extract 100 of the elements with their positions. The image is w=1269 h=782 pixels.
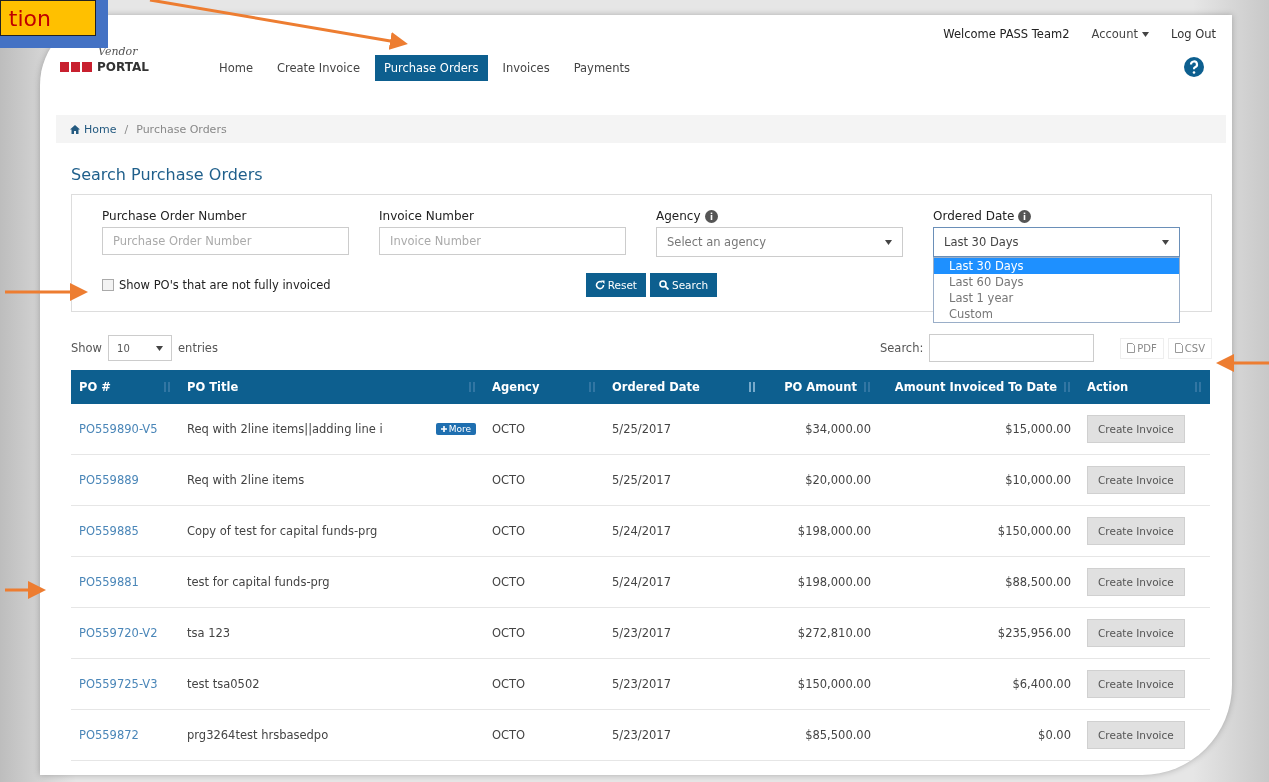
- nav-tab[interactable]: Purchase Orders: [374, 55, 488, 81]
- po-link[interactable]: PO559889: [79, 473, 139, 487]
- nav-tab[interactable]: Home: [210, 55, 262, 81]
- table-cell: test for capital funds-prg: [187, 575, 330, 589]
- select-field[interactable]: Select an agency: [656, 227, 903, 257]
- export-button[interactable]: PDF: [1120, 337, 1164, 359]
- select-field[interactable]: Last 30 Days: [933, 227, 1180, 257]
- po-link[interactable]: PO559881: [79, 575, 139, 589]
- sort-icon[interactable]: [468, 381, 476, 393]
- logo-script: Vendor: [98, 45, 139, 59]
- table-cell: 5/24/2017: [612, 524, 671, 538]
- create-invoice-button[interactable]: Create Invoice: [1087, 568, 1185, 596]
- document-icon: [1127, 343, 1136, 353]
- table-cell: $198,000.00: [797, 575, 871, 589]
- annotation-arrow: [1216, 354, 1269, 372]
- create-invoice-button[interactable]: Create Invoice: [1087, 466, 1185, 494]
- page-size-select[interactable]: 10: [108, 335, 173, 361]
- sort-icon[interactable]: [163, 381, 171, 393]
- table-cell: OCTO: [492, 575, 526, 589]
- table-cell: $20,000.00: [805, 473, 871, 487]
- column-header[interactable]: Ordered Date: [604, 370, 764, 404]
- table-cell: Req with 2line items||adding line i: [187, 422, 383, 436]
- dropdown-option[interactable]: Custom: [934, 306, 1179, 322]
- document-icon: [1174, 343, 1183, 353]
- callout-text: tion: [8, 5, 51, 31]
- export-button[interactable]: CSV: [1167, 337, 1212, 359]
- checkbox[interactable]: [102, 279, 114, 291]
- search-field[interactable]: [929, 334, 1095, 362]
- table-cell: $85,500.00: [805, 728, 871, 742]
- account-menu[interactable]: Account: [1091, 27, 1149, 41]
- caret-icon: [156, 345, 164, 351]
- show-label: Show: [71, 341, 103, 355]
- po-link[interactable]: PO559890-V5: [79, 422, 158, 436]
- po-link[interactable]: PO559885: [79, 524, 139, 538]
- create-invoice-button[interactable]: Create Invoice: [1087, 721, 1185, 749]
- search-icon: [659, 280, 669, 290]
- home-icon: [70, 124, 80, 134]
- column-header[interactable]: PO Title: [179, 370, 484, 404]
- table-cell: $10,000.00: [1005, 473, 1071, 487]
- table-cell: OCTO: [492, 626, 526, 640]
- nav-tab[interactable]: Invoices: [493, 55, 559, 81]
- sort-icon[interactable]: [863, 381, 871, 393]
- table-cell: 5/24/2017: [612, 575, 671, 589]
- create-invoice-button[interactable]: Create Invoice: [1087, 619, 1185, 647]
- breadcrumb-link[interactable]: Home: [70, 122, 117, 136]
- dropdown-option[interactable]: Last 1 year: [934, 290, 1179, 306]
- nav-tab[interactable]: Create Invoice: [267, 55, 369, 81]
- table-cell: $150,000.00: [997, 524, 1071, 538]
- sort-icon[interactable]: [1194, 381, 1202, 393]
- dropdown-option[interactable]: Last 30 Days: [934, 258, 1179, 274]
- nav-tab[interactable]: Payments: [564, 55, 639, 81]
- table-cell: $235,956.00: [997, 626, 1071, 640]
- reset-button[interactable]: Reset: [585, 273, 646, 297]
- table-cell: OCTO: [492, 422, 526, 436]
- table-cell: 5/23/2017: [612, 728, 671, 742]
- search-button[interactable]: Search: [650, 273, 718, 297]
- input-field[interactable]: Purchase Order Number: [102, 227, 349, 255]
- table-cell: $34,000.00: [805, 422, 871, 436]
- info-icon: [1018, 209, 1032, 223]
- info-icon: [704, 209, 718, 223]
- input-field[interactable]: Invoice Number: [379, 227, 626, 255]
- checkbox-option[interactable]: Show PO's that are not fully invoiced: [102, 278, 331, 292]
- caret-icon: [885, 239, 892, 245]
- page-title: Search Purchase Orders: [71, 165, 264, 184]
- table-cell: OCTO: [492, 473, 526, 487]
- table-cell: $150,000.00: [797, 677, 871, 691]
- sort-icon[interactable]: [748, 381, 756, 393]
- sort-icon[interactable]: [588, 381, 596, 393]
- dropdown-option[interactable]: Last 60 Days: [934, 274, 1179, 290]
- create-invoice-button[interactable]: Create Invoice: [1087, 517, 1185, 545]
- field-label: Purchase Order Number: [102, 209, 247, 223]
- po-link[interactable]: PO559872: [79, 728, 139, 742]
- create-invoice-button[interactable]: Create Invoice: [1087, 415, 1185, 443]
- refresh-icon: [594, 280, 605, 290]
- more-badge[interactable]: More: [435, 423, 476, 435]
- welcome-text: Welcome PASS Team2: [943, 27, 1070, 41]
- logo-bars-icon: [60, 62, 94, 73]
- po-link[interactable]: PO559725-V3: [79, 677, 158, 691]
- column-header[interactable]: Agency: [484, 370, 604, 404]
- breadcrumb-current: Purchase Orders: [136, 122, 227, 136]
- table-cell: 5/25/2017: [612, 422, 671, 436]
- plus-icon: [440, 426, 447, 432]
- table-cell: OCTO: [492, 677, 526, 691]
- table-cell: 5/25/2017: [612, 473, 671, 487]
- column-header[interactable]: Action: [1079, 370, 1210, 404]
- logout-link[interactable]: Log Out: [1170, 27, 1216, 41]
- column-header[interactable]: PO #: [71, 370, 179, 404]
- breadcrumb-separator: /: [123, 122, 130, 136]
- column-header[interactable]: PO Amount: [764, 370, 879, 404]
- sort-icon[interactable]: [1063, 381, 1071, 393]
- table-cell: $88,500.00: [1005, 575, 1071, 589]
- table-cell: 5/23/2017: [612, 626, 671, 640]
- table-cell: $198,000.00: [797, 524, 871, 538]
- create-invoice-button[interactable]: Create Invoice: [1087, 670, 1185, 698]
- column-header[interactable]: Amount Invoiced To Date: [879, 370, 1079, 404]
- table-cell: $272,810.00: [797, 626, 871, 640]
- po-link[interactable]: PO559720-V2: [79, 626, 158, 640]
- help-icon[interactable]: [1184, 57, 1204, 77]
- field-label: Invoice Number: [379, 209, 474, 223]
- table-cell: Copy of test for capital funds-prg: [187, 524, 378, 538]
